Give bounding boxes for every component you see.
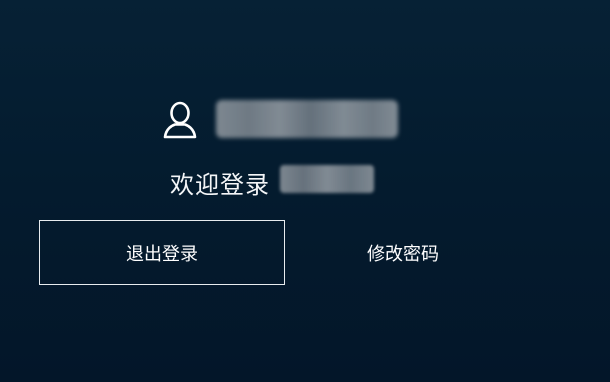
change-password-link[interactable]: 修改密码 [328, 220, 478, 285]
welcome-name-redacted [280, 165, 374, 193]
user-info-row [160, 98, 200, 142]
logout-button[interactable]: 退出登录 [39, 220, 285, 285]
username-redacted [216, 100, 398, 138]
user-icon [160, 99, 200, 141]
welcome-text: 欢迎登录 [170, 170, 270, 199]
welcome-row: 欢迎登录 [170, 164, 270, 200]
